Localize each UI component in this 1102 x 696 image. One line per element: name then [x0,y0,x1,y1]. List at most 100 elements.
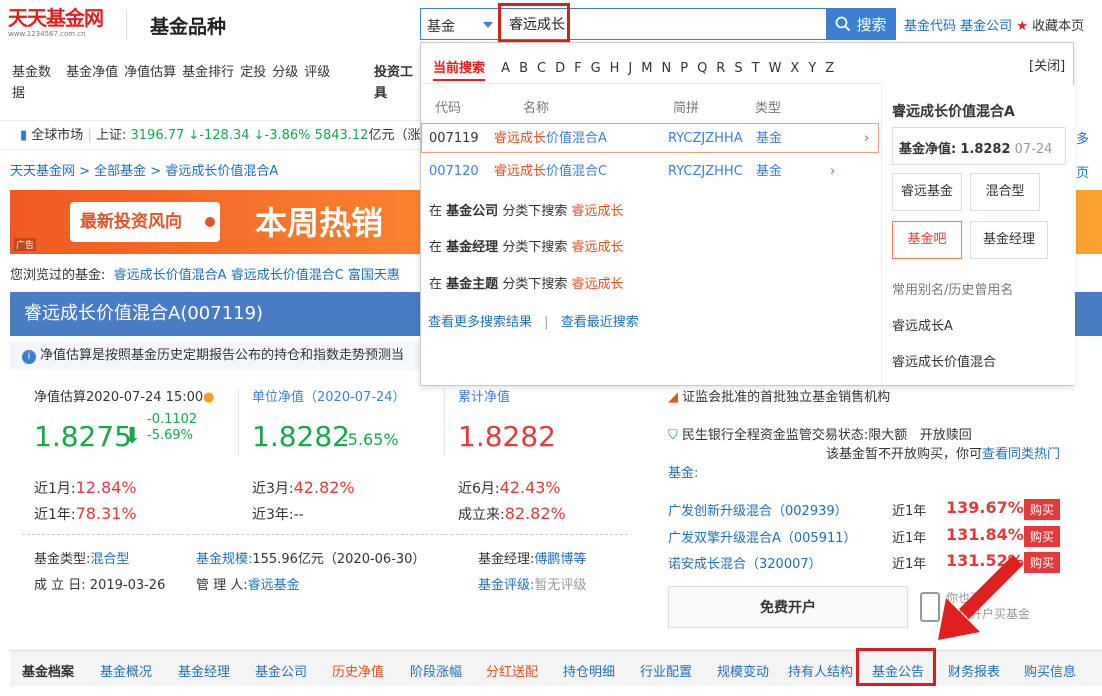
nav-item-fund-data[interactable]: 基金数据 [12,62,56,104]
hot-fund-return: 139.67% [946,498,1024,517]
fund-company-link[interactable]: 基金公司 [960,19,1012,34]
nav-item-estimate[interactable]: 净值估算 [124,65,176,80]
tab-industry[interactable]: 行业配置 [640,661,692,680]
site-logo[interactable]: 天天基金网 www.1234567.com.cn [8,8,118,44]
tab-history-nav[interactable]: 历史净值 [332,661,384,680]
fund-code-link[interactable]: 基金代码 [904,19,956,34]
tab-holdings[interactable]: 持仓明细 [563,661,615,680]
tab-overview[interactable]: 基金概况 [100,661,152,680]
letter-f[interactable]: F [574,61,581,76]
tab-company[interactable]: 基金公司 [255,661,307,680]
search-in-theme[interactable]: 在 基金主题 分类下搜索 睿远成长 [429,273,623,292]
nav-item-tools[interactable]: 投资工具 [374,62,414,104]
ad-banner[interactable]: 最新投资风向 本周热销 广告 [10,190,422,254]
result-row[interactable]: 007120 睿远成长价值混合C RYCZJZHHC 基金 › [421,157,879,187]
letter-w[interactable]: W [769,61,782,76]
nav-item-ranking[interactable]: 基金排行 [182,65,234,80]
right-more-link[interactable]: 多 [1076,128,1089,147]
page-title: 基金品种 [150,16,227,38]
buy-button[interactable]: 购买 [1024,526,1061,547]
alias-label: 常用别名/历史曾用名 [892,283,1014,298]
letter-x[interactable]: X [790,61,799,76]
fund-manager-link[interactable]: 傅鹏博等 [534,552,586,567]
tab-archive[interactable]: 基金档案 [22,661,74,680]
tab-stage-return[interactable]: 阶段涨幅 [410,661,462,680]
tag-type[interactable]: 混合型 [970,173,1040,211]
hot-fund-name[interactable]: 诺安成长混合（320007） [668,553,822,572]
see-hot-link[interactable]: 查看同类热门 [982,447,1060,462]
chart-badge-icon: ◢ [668,390,678,405]
tab-dividend[interactable]: 分红送配 [486,661,538,680]
search-category-select[interactable]: 基金 [427,16,455,36]
letter-s[interactable]: S [734,61,742,76]
tag-fund-forum[interactable]: 基金吧 [892,221,962,259]
search-in-company[interactable]: 在 基金公司 分类下搜索 睿远成长 [429,200,623,219]
letter-t[interactable]: T [752,61,760,76]
caret-down-icon[interactable] [483,22,493,28]
letter-h[interactable]: H [610,61,620,76]
tab-financial[interactable]: 财务报表 [948,661,1000,680]
col-name: 名称 [523,101,550,116]
open-account-button[interactable]: 免费开户 [668,586,908,628]
info-icon: i [22,350,36,364]
recent-search-link[interactable]: 查看最近搜索 [561,315,639,330]
result-preview: 睿远成长价值混合A 基金净值: 1.8282 07-24 睿远基金 混合型 基金… [881,85,1075,385]
nav-item-rating[interactable]: 评级 [304,65,330,80]
fund-rating: 基金评级:暂无评级 [478,578,587,593]
current-search-tab[interactable]: 当前搜索 [433,61,486,81]
buy-button[interactable]: 购买 [1024,499,1061,520]
letter-m[interactable]: M [641,61,652,76]
viewed-item[interactable]: 睿远成长价值混合C [231,268,344,283]
more-results-link[interactable]: 查看更多搜索结果 [428,315,532,330]
viewed-item[interactable]: 睿远成长价值混合A [114,268,227,283]
hot-fund-name[interactable]: 广发创新升级混合（002939） [668,500,848,519]
cum-nav-label[interactable]: 累计净值 [458,386,510,405]
fund-manager: 基金经理:傅鹏博等 [478,552,587,567]
tab-scale[interactable]: 规模变动 [717,661,769,680]
letter-j[interactable]: J [628,61,632,76]
col-code: 代码 [435,101,462,116]
letter-r[interactable]: R [716,61,725,76]
hot-fund-return: 131.84% [946,525,1024,544]
letter-c[interactable]: C [537,61,546,76]
index-volume: 5843.12 [314,128,369,143]
logo-url: www.1234567.com.cn [8,30,86,38]
tag-company[interactable]: 睿远基金 [892,173,962,211]
tab-purchase[interactable]: 购买信息 [1024,661,1076,680]
letter-d[interactable]: D [555,61,565,76]
search-button[interactable]: 搜索 [826,8,896,40]
letter-b[interactable]: B [519,61,528,76]
letter-q[interactable]: Q [697,61,707,76]
hot-fund-name[interactable]: 广发双擎升级混合A（005911） [668,527,857,546]
fund-title: 睿远成长价值混合A(007119) [10,292,422,336]
tab-manager[interactable]: 基金经理 [178,661,230,680]
result-row[interactable]: 007119 睿远成长价值混合A RYCZJZHHA 基金 › [421,123,879,153]
viewed-label: 您浏览过的基金: [10,268,106,283]
letter-a[interactable]: A [501,61,510,76]
fund-admin: 管 理 人:睿远基金 [196,578,300,593]
nav-item-nav[interactable]: 基金净值 [66,65,118,80]
market-ticker: ▮ 全球市场 | 上证: 3196.77 ↓-128.34 ↓-3.86% 58… [0,120,420,150]
letter-z[interactable]: Z [825,61,834,76]
right-page-link[interactable]: 页 [1076,162,1089,181]
nav-item-grade[interactable]: 分级 [272,65,298,80]
favorite-link[interactable]: 收藏本页 [1032,19,1084,34]
global-market-link[interactable]: 全球市场 [31,128,83,143]
tag-manager[interactable]: 基金经理 [970,221,1048,259]
banner-pill: 最新投资风向 [70,202,220,242]
fund-type-link[interactable]: 混合型 [90,552,129,567]
estimate-label: 净值估算2020-07-24 15:00● [34,390,215,405]
fund-admin-link[interactable]: 睿远基金 [248,578,300,593]
banner-headline: 本周热销 [255,204,384,242]
tab-holders[interactable]: 持有人结构 [788,661,853,680]
letter-p[interactable]: P [680,61,688,76]
letter-n[interactable]: N [661,61,671,76]
breadcrumb[interactable]: 天天基金网 > 全部基金 > 睿远成长价值混合A [10,160,278,179]
close-dropdown-button[interactable]: [关闭] [1029,55,1065,74]
unit-nav-label[interactable]: 单位净值（2020-07-24） [252,386,406,405]
viewed-item[interactable]: 富国天惠 [348,268,400,283]
letter-g[interactable]: G [591,61,601,76]
nav-item-plan[interactable]: 定投 [240,65,266,80]
search-in-manager[interactable]: 在 基金经理 分类下搜索 睿远成长 [429,236,623,255]
letter-y[interactable]: Y [808,61,816,76]
